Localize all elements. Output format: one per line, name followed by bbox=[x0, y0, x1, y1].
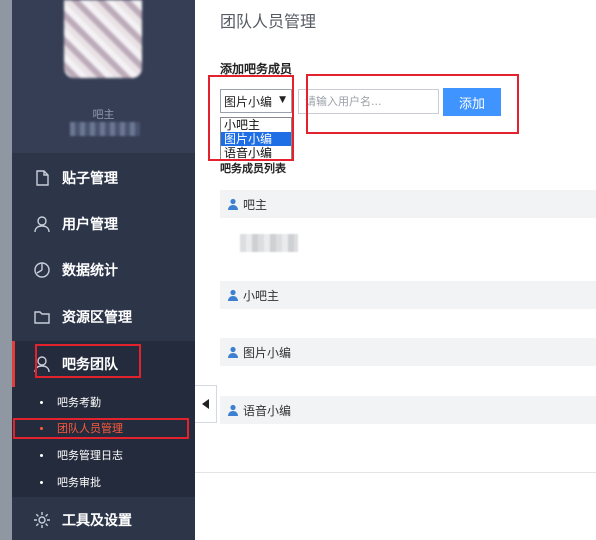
group-label: 小吧主 bbox=[243, 288, 280, 303]
team-icon bbox=[32, 354, 52, 374]
submenu-item-attendance[interactable]: 吧务考勤 bbox=[40, 391, 101, 413]
divider bbox=[195, 472, 596, 473]
bullet-icon bbox=[40, 426, 43, 430]
collapse-sidebar-button[interactable] bbox=[195, 385, 217, 423]
role-option-image-editor[interactable]: 图片小编 bbox=[221, 132, 291, 146]
folder-icon bbox=[32, 307, 52, 327]
group-owner: 吧主 bbox=[220, 190, 596, 218]
bullet-icon bbox=[40, 400, 43, 404]
add-member-button[interactable]: 添加 bbox=[443, 88, 501, 116]
add-member-heading: 添加吧务成员 bbox=[220, 62, 293, 76]
submenu-item-approval[interactable]: 吧务审批 bbox=[40, 471, 101, 493]
role-dropdown-list: 小吧主 图片小编 语音小编 bbox=[220, 117, 292, 160]
page-title: 团队人员管理 bbox=[220, 12, 317, 31]
profile-username-blurred bbox=[70, 122, 140, 136]
bullet-icon bbox=[40, 480, 43, 484]
profile-name: 吧主 bbox=[92, 108, 115, 121]
nav-item-label: 资源区管理 bbox=[62, 310, 132, 326]
role-select-value: 图片小编 bbox=[224, 94, 273, 109]
gear-icon bbox=[32, 510, 52, 530]
nav-item-label: 吧务团队 bbox=[62, 357, 118, 373]
chart-icon bbox=[32, 260, 52, 280]
role-select[interactable]: 图片小编 ▼ bbox=[220, 89, 292, 113]
nav-item-label: 用户管理 bbox=[62, 217, 118, 233]
group-voice-editors: 语音小编 bbox=[220, 396, 596, 424]
submenu-item-team-members[interactable]: 团队人员管理 bbox=[40, 417, 123, 439]
submenu-item-label: 团队人员管理 bbox=[57, 422, 123, 435]
caret-down-icon: ▼ bbox=[279, 95, 286, 105]
group-label: 图片小编 bbox=[243, 345, 292, 360]
main-content: 团队人员管理 添加吧务成员 图片小编 ▼ 小吧主 图片小编 语音小编 添加 吧务… bbox=[195, 0, 596, 540]
nav-item-label: 贴子管理 bbox=[62, 171, 118, 187]
nav-item-label: 工具及设置 bbox=[62, 513, 132, 529]
nav-item-label: 数据统计 bbox=[62, 263, 118, 279]
nav-item-users[interactable]: 用户管理 bbox=[12, 201, 195, 247]
member-name-blurred[interactable] bbox=[240, 234, 298, 252]
nav-item-stats[interactable]: 数据统计 bbox=[12, 247, 195, 293]
document-icon bbox=[32, 168, 52, 188]
nav-item-resources[interactable]: 资源区管理 bbox=[12, 294, 195, 340]
profile-panel: 吧主 bbox=[12, 0, 195, 153]
username-input[interactable] bbox=[298, 89, 439, 114]
chevron-left-icon bbox=[201, 399, 209, 409]
nav-item-posts[interactable]: 贴子管理 bbox=[12, 155, 195, 201]
group-image-editors: 图片小编 bbox=[220, 338, 596, 366]
user-icon bbox=[32, 214, 52, 234]
sidebar: 吧主 贴子管理 用户管理 数据统计 资源区管理 吧务团队 吧务考勤 团队人员管理… bbox=[12, 0, 195, 540]
user-icon bbox=[228, 198, 238, 210]
nav-item-tools[interactable]: 工具及设置 bbox=[12, 497, 195, 540]
role-option-moderator[interactable]: 小吧主 bbox=[221, 118, 291, 132]
submenu-item-label: 吧务管理日志 bbox=[57, 449, 123, 462]
left-edge-strip bbox=[0, 0, 12, 540]
role-option-voice-editor[interactable]: 语音小编 bbox=[221, 146, 291, 160]
user-icon bbox=[228, 404, 238, 416]
submenu-item-label: 吧务审批 bbox=[57, 476, 101, 489]
bullet-icon bbox=[40, 453, 43, 457]
group-moderators: 小吧主 bbox=[220, 281, 596, 309]
member-list-heading: 吧务成员列表 bbox=[220, 162, 286, 175]
user-icon bbox=[228, 289, 238, 301]
user-icon bbox=[228, 346, 238, 358]
group-label: 语音小编 bbox=[243, 403, 292, 418]
team-submenu: 吧务考勤 团队人员管理 吧务管理日志 吧务审批 bbox=[12, 387, 195, 497]
submenu-item-label: 吧务考勤 bbox=[57, 396, 101, 409]
group-label: 吧主 bbox=[243, 197, 268, 212]
submenu-item-logs[interactable]: 吧务管理日志 bbox=[40, 444, 123, 466]
nav-item-team[interactable]: 吧务团队 bbox=[12, 341, 195, 387]
avatar[interactable] bbox=[64, 0, 142, 78]
